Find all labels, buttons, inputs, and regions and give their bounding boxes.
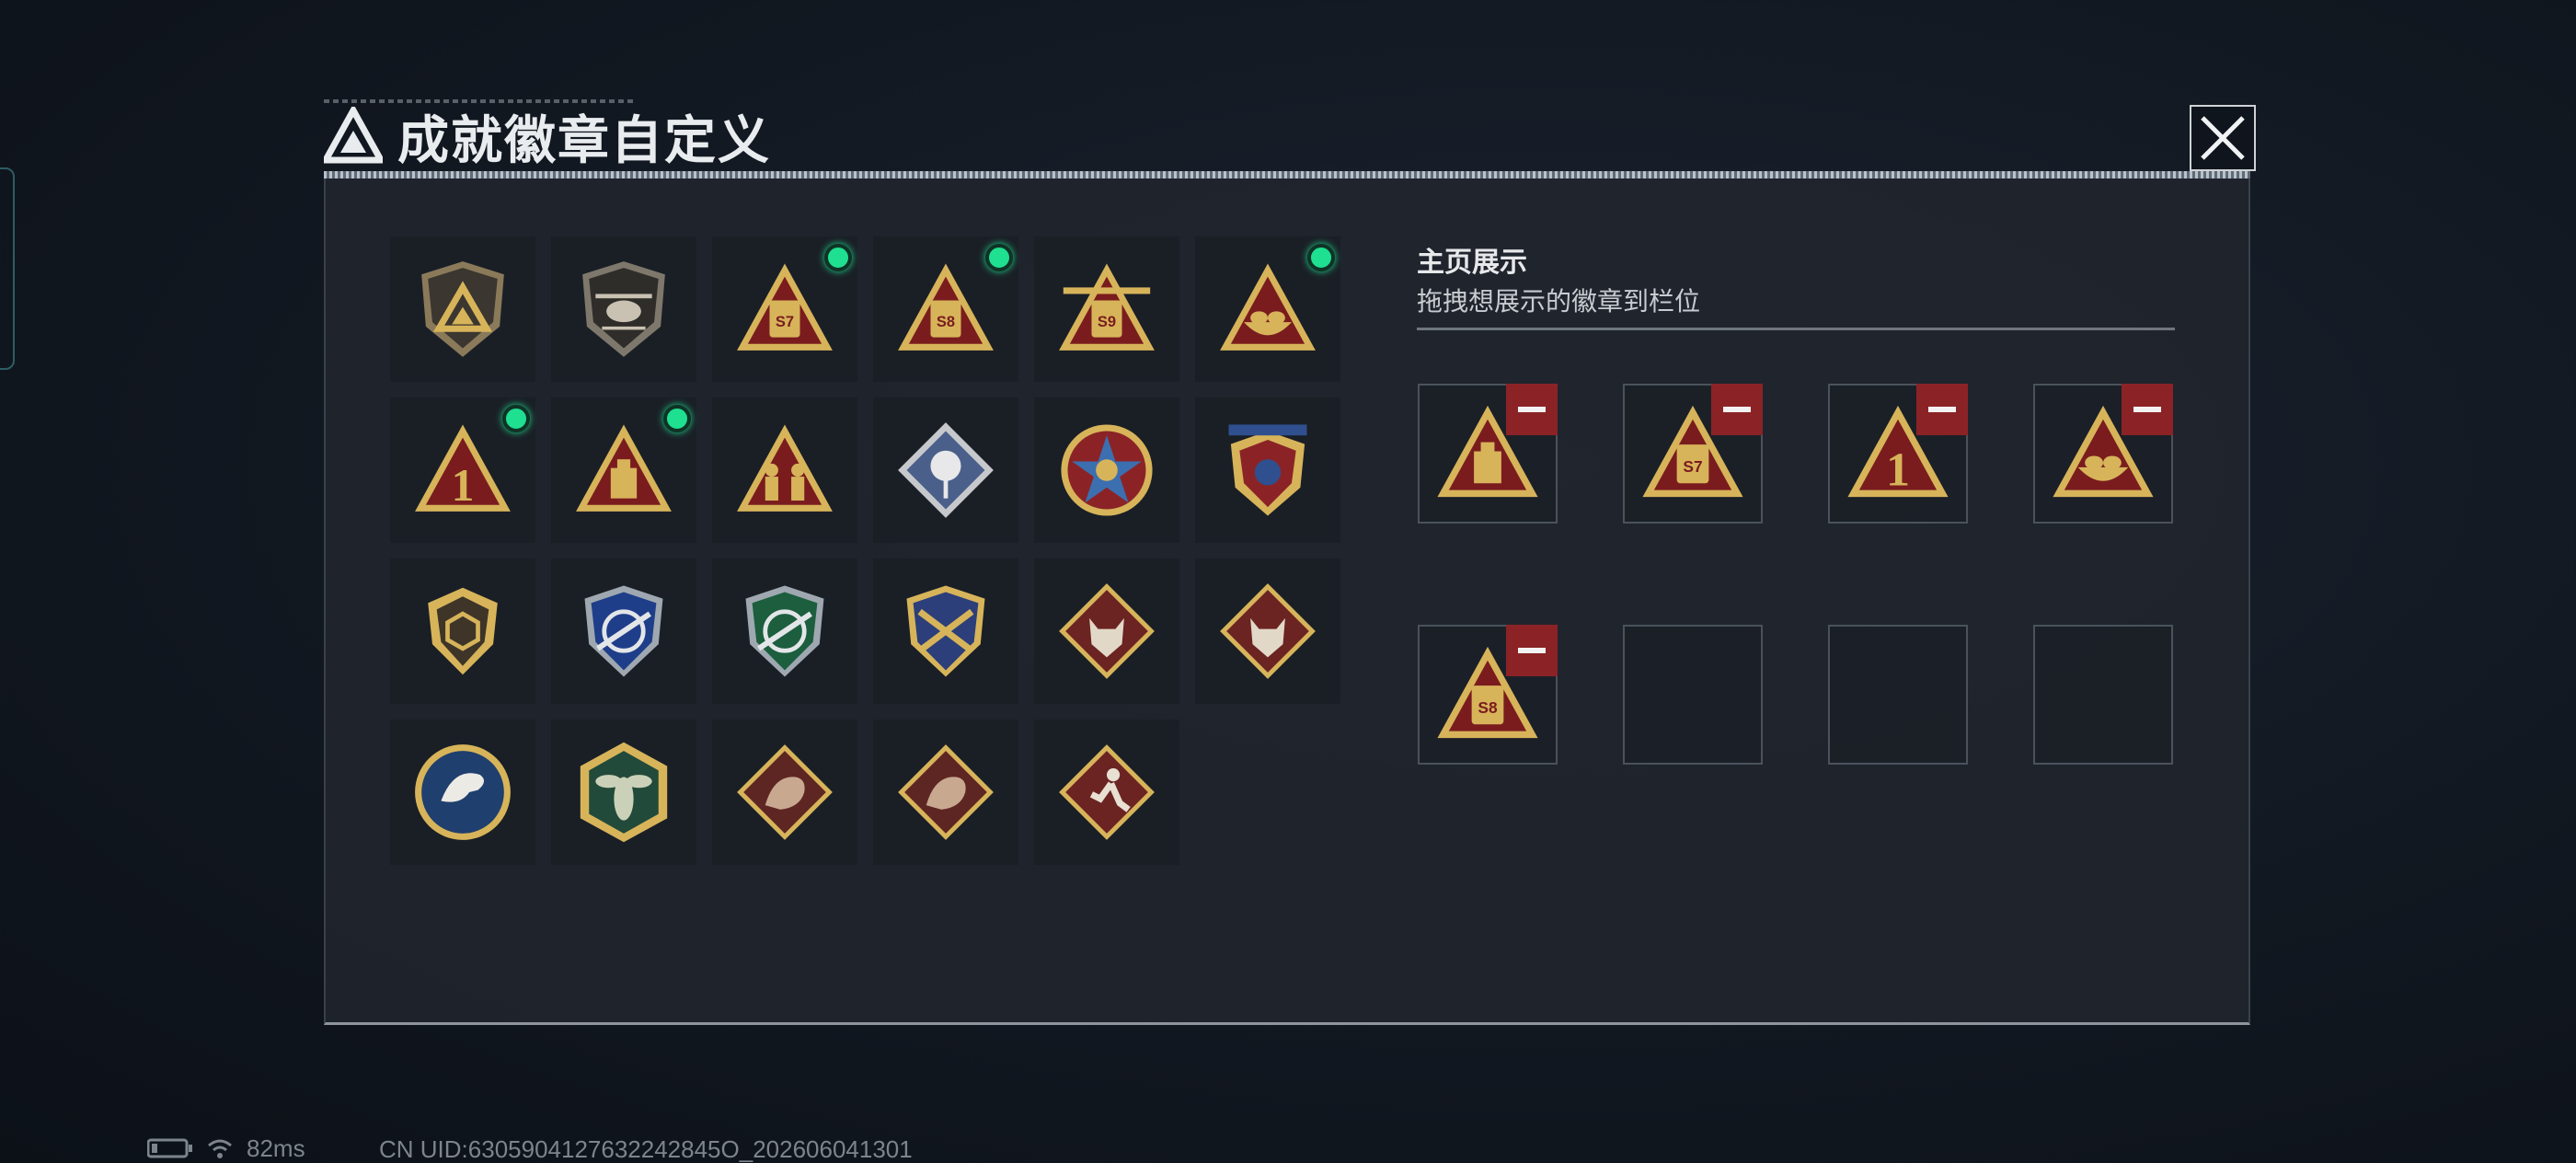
equipped-indicator [663, 405, 691, 432]
triangle-logo-icon [324, 107, 383, 164]
svg-text:1: 1 [1886, 444, 1910, 497]
dragon-diamond-badge-icon [898, 744, 994, 840]
side-drawer-tab[interactable] [0, 167, 15, 370]
badge-item[interactable] [1195, 558, 1340, 704]
badge-item[interactable] [1034, 558, 1179, 704]
gold-crossed-rifles-badge-icon [906, 585, 985, 677]
status-bar: 82ms [147, 1134, 305, 1162]
badge-item[interactable] [1034, 720, 1179, 865]
stars-crest-badge-icon [1228, 424, 1307, 516]
equipped-indicator [1307, 244, 1335, 271]
svg-text:S8: S8 [1478, 698, 1498, 717]
remove-badge-button[interactable] [1506, 384, 1558, 435]
badge-item[interactable] [712, 558, 857, 704]
dragon-diamond-badge-icon [737, 744, 833, 840]
display-slot-empty[interactable] [1623, 625, 1763, 765]
display-slot-filled[interactable]: 11 [1828, 384, 1968, 524]
remove-badge-button[interactable] [1506, 625, 1558, 676]
badge-item[interactable] [1195, 397, 1340, 543]
display-slot-filled[interactable]: S7S7 [1623, 384, 1763, 524]
badge-item[interactable] [712, 720, 857, 865]
runner-diamond-badge-icon [1059, 744, 1155, 840]
badge-item[interactable] [873, 397, 1018, 543]
badge-item[interactable] [390, 720, 535, 865]
wifi-icon [208, 1139, 232, 1158]
hornet-hexagon-badge-icon [580, 742, 668, 843]
blue-crosshair-shield-badge-icon [584, 585, 663, 677]
svg-text:1: 1 [452, 460, 475, 511]
badge-item[interactable]: 11 [390, 397, 535, 543]
badge-item[interactable] [390, 558, 535, 704]
badge-item[interactable] [873, 720, 1018, 865]
badge-item[interactable] [551, 720, 696, 865]
badge-collection-grid: S7S7S8S8S9S9 11 [390, 236, 1347, 865]
badge-item[interactable] [551, 236, 696, 382]
remove-badge-button[interactable] [2122, 384, 2173, 435]
star-compass-badge-icon [1061, 424, 1153, 516]
badge-item[interactable] [1034, 397, 1179, 543]
section-divider [1417, 328, 2175, 330]
hexagon-shield-badge-icon [428, 587, 498, 675]
triangle-box-badge-icon [576, 424, 672, 512]
svg-text:S7: S7 [1683, 457, 1702, 476]
display-section-hint: 拖拽想展示的徽章到栏位 [1417, 287, 1701, 316]
ping-readout: 82ms [247, 1134, 305, 1162]
badge-item[interactable] [712, 397, 857, 543]
display-slot-empty[interactable] [1828, 625, 1968, 765]
badge-item[interactable]: S8S8 [873, 236, 1018, 382]
triangle-s8-badge-icon: S8 [898, 263, 994, 351]
eagle-circle-badge-icon [415, 744, 511, 840]
badge-item[interactable] [551, 397, 696, 543]
svg-text:S7: S7 [776, 314, 794, 330]
remove-badge-button[interactable] [1916, 384, 1968, 435]
triangle-number-one-badge-icon: 1 [415, 424, 511, 512]
equipped-indicator [824, 244, 852, 271]
svg-text:S9: S9 [1098, 314, 1116, 330]
triangle-s9-winged-badge-icon: S9 [1059, 263, 1155, 351]
shield-triangle-logo-badge-icon [421, 261, 504, 357]
equipped-indicator [985, 244, 1013, 271]
display-slot-filled[interactable] [2033, 384, 2173, 524]
panel-top-border [324, 171, 2250, 178]
remove-badge-button[interactable] [1711, 384, 1763, 435]
helicopter-shield-badge-icon [582, 261, 665, 357]
badge-item[interactable]: S9S9 [1034, 236, 1179, 382]
equipped-indicator [502, 405, 530, 432]
wolf-diamond-badge-icon [1059, 583, 1155, 679]
svg-text:S8: S8 [937, 314, 955, 330]
badge-item[interactable] [873, 558, 1018, 704]
close-button[interactable] [2190, 105, 2256, 171]
homepage-display-slots: S7S7 11 S8S8 [1418, 384, 2174, 765]
display-slot-empty[interactable] [2033, 625, 2173, 765]
green-crosshair-shield-badge-icon [745, 585, 824, 677]
badge-item[interactable] [1195, 236, 1340, 382]
wolf-diamond-badge-icon [1220, 583, 1316, 679]
triangle-soldiers-badge-icon [737, 424, 833, 512]
display-slot-filled[interactable]: S8S8 [1418, 625, 1558, 765]
triangle-nest-badge-icon [1220, 263, 1316, 351]
rose-diamond-badge-icon [898, 422, 994, 518]
display-section-title: 主页展示 [1417, 248, 1527, 278]
close-icon [2201, 116, 2245, 160]
display-slot-filled[interactable] [1418, 384, 1558, 524]
user-uid: CN UID:6305904127632242845O_202606041301 [379, 1135, 913, 1163]
page-title: 成就徽章自定义 [397, 110, 771, 169]
badge-item[interactable] [551, 558, 696, 704]
badge-item[interactable]: S7S7 [712, 236, 857, 382]
badge-item[interactable] [390, 236, 535, 382]
battery-icon [147, 1138, 192, 1158]
triangle-s7-badge-icon: S7 [737, 263, 833, 351]
modal-header: 成就徽章自定义 [324, 99, 771, 173]
